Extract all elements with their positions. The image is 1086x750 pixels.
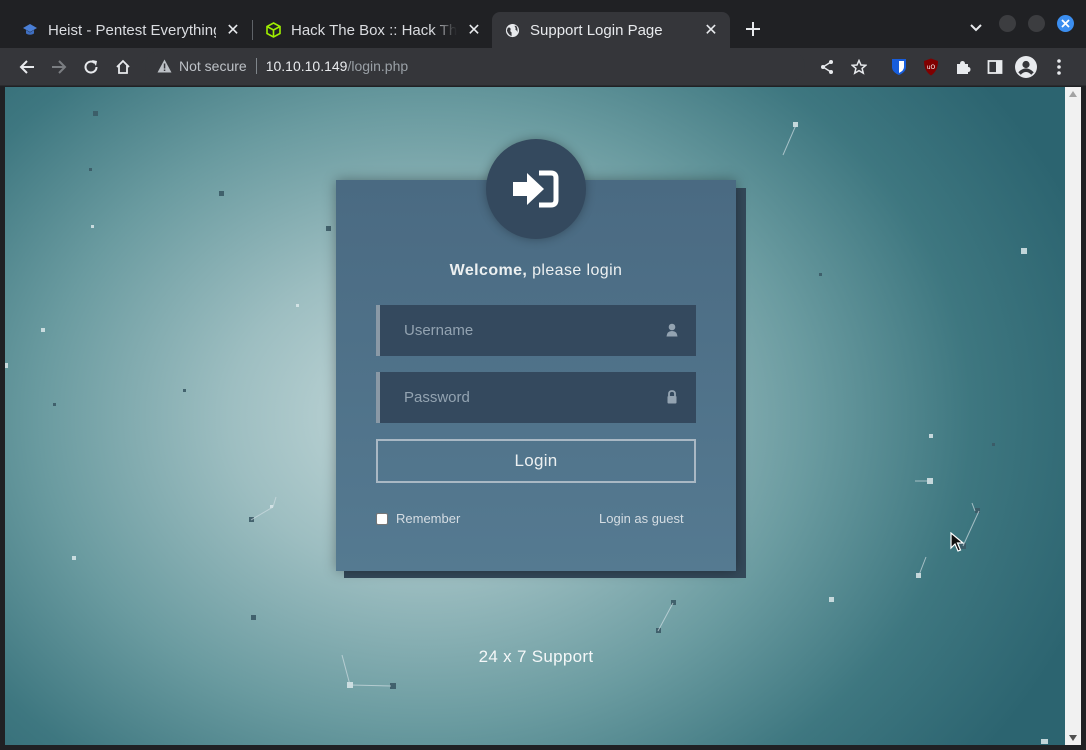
- share-icon: [821, 60, 833, 74]
- close-tab-icon[interactable]: ✕: [465, 21, 483, 39]
- back-button[interactable]: [16, 56, 38, 78]
- close-tab-icon[interactable]: ✕: [702, 21, 720, 39]
- tab-label: Hack The Box :: Hack The Box: [291, 21, 457, 39]
- svg-text:uO: uO: [927, 64, 936, 71]
- login-button[interactable]: Login: [376, 439, 696, 483]
- browser-window: Heist - Pentest Everything ✕ Hack The Bo…: [0, 0, 1086, 750]
- security-status[interactable]: Not secure: [179, 58, 247, 74]
- password-input[interactable]: [380, 389, 650, 406]
- remember-checkbox[interactable]: [376, 512, 388, 525]
- close-icon: [1061, 19, 1070, 28]
- tab-label: Heist - Pentest Everything: [48, 21, 216, 39]
- home-button[interactable]: [112, 56, 134, 78]
- globe-icon: [504, 22, 520, 38]
- profile-button[interactable]: [1015, 56, 1037, 78]
- bookmark-button[interactable]: [848, 56, 870, 78]
- side-panel-button[interactable]: [984, 56, 1006, 78]
- window-frame-right: [1081, 87, 1086, 750]
- page-scrollbar[interactable]: [1065, 87, 1081, 745]
- side-panel-icon: [987, 60, 1003, 74]
- username-input[interactable]: [380, 322, 650, 339]
- menu-button[interactable]: [1048, 56, 1070, 78]
- login-as-guest-link[interactable]: Login as guest: [599, 511, 684, 526]
- window-frame-bottom: [0, 745, 1086, 750]
- welcome-bold: Welcome,: [449, 262, 528, 279]
- address-bar[interactable]: Not secure 10.10.10.149/login.php: [145, 51, 805, 81]
- ublock-shield-icon: uO: [924, 58, 938, 76]
- bitwarden-extension[interactable]: [888, 56, 910, 78]
- avatar-icon: [1015, 56, 1037, 78]
- htb-cube-icon: [265, 22, 281, 38]
- welcome-text: please login: [527, 262, 623, 279]
- star-icon: [851, 59, 867, 75]
- url-path: /login.php: [347, 58, 409, 74]
- puzzle-icon: [957, 61, 971, 74]
- user-icon: [666, 323, 678, 337]
- arrow-right-icon: [52, 60, 67, 74]
- remember-checkbox-row[interactable]: Remember: [376, 511, 460, 526]
- close-window-button[interactable]: [1057, 15, 1074, 32]
- reload-button[interactable]: [80, 56, 102, 78]
- url-host: 10.10.10.149: [265, 58, 348, 74]
- tab-search-button[interactable]: [966, 18, 986, 38]
- support-text: 24 x 7 Support: [478, 647, 594, 666]
- reload-icon: [84, 60, 98, 74]
- forward-button[interactable]: [48, 56, 70, 78]
- welcome-heading: Welcome, please login: [336, 262, 736, 280]
- ublock-extension[interactable]: uO: [920, 56, 942, 78]
- new-tab-button[interactable]: [741, 17, 765, 41]
- remember-label: Remember: [396, 511, 461, 526]
- sign-in-icon: [513, 170, 559, 208]
- page-viewport: Welcome, please login Login Remember Log…: [5, 87, 1065, 745]
- scroll-down-arrow-icon[interactable]: [1069, 735, 1077, 741]
- password-field[interactable]: [376, 372, 696, 423]
- chevron-down-icon: [970, 24, 982, 32]
- lock-icon: [667, 390, 677, 404]
- extensions-button[interactable]: [952, 56, 974, 78]
- tab-label: Support Login Page: [530, 21, 663, 39]
- arrow-left-icon: [19, 60, 34, 74]
- username-field[interactable]: [376, 305, 696, 356]
- tab-strip: Heist - Pentest Everything ✕ Hack The Bo…: [0, 0, 1086, 48]
- shield-icon: [892, 59, 906, 75]
- tab-hackthebox[interactable]: Hack The Box :: Hack The Box ✕: [253, 12, 493, 48]
- maximize-button[interactable]: [1028, 15, 1045, 32]
- browser-toolbar: Not secure 10.10.10.149/login.php uO: [0, 48, 1086, 86]
- plus-icon: [746, 22, 760, 36]
- minimize-button[interactable]: [999, 15, 1016, 32]
- share-button[interactable]: [816, 56, 838, 78]
- kebab-menu-icon: [1057, 59, 1061, 75]
- omnibox-divider: [255, 58, 257, 74]
- scroll-up-arrow-icon[interactable]: [1069, 91, 1077, 97]
- warning-icon[interactable]: [156, 58, 172, 74]
- tab-heist[interactable]: Heist - Pentest Everything ✕: [0, 12, 252, 48]
- graduation-cap-icon: [22, 22, 38, 38]
- close-tab-icon[interactable]: ✕: [224, 21, 242, 39]
- tab-support-login[interactable]: Support Login Page ✕: [492, 12, 730, 48]
- mouse-cursor-icon: [950, 532, 964, 552]
- login-avatar: [486, 139, 586, 239]
- home-icon: [116, 59, 130, 74]
